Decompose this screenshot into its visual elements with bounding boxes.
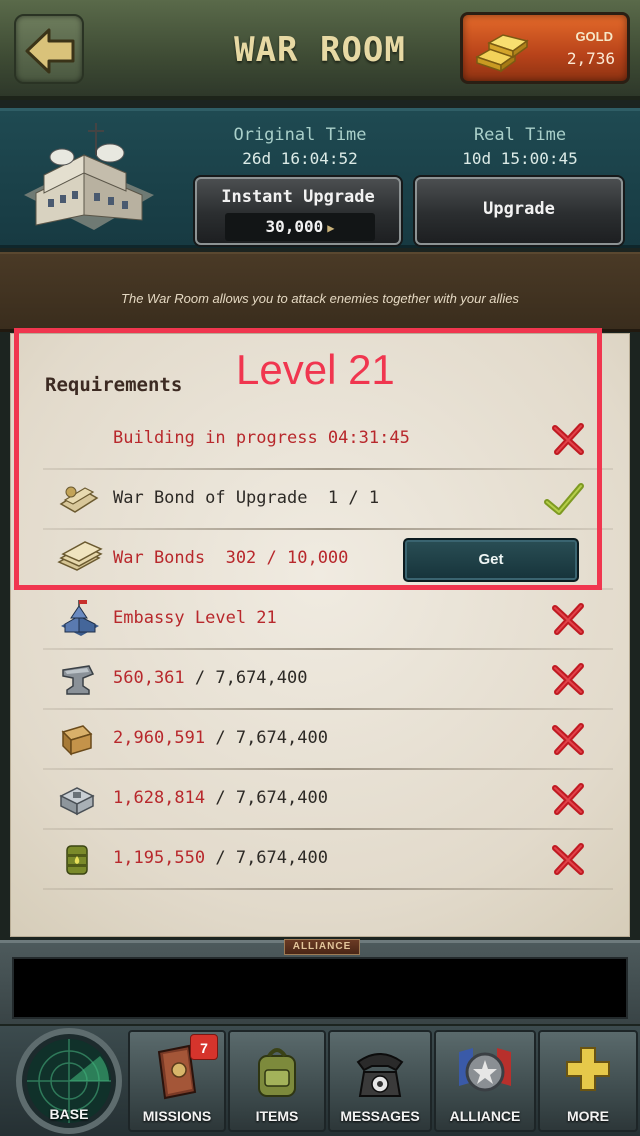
- resource-need: / 7,674,400: [205, 848, 328, 868]
- wood-planks-icon: [61, 725, 93, 756]
- alliance-chat-area[interactable]: [12, 957, 628, 1019]
- gold-balance-button[interactable]: GOLD 2,736: [460, 12, 630, 84]
- upgrade-label: Upgrade: [483, 199, 555, 219]
- requirement-row-war-bonds: War Bonds 302 / 10,000 Get: [43, 530, 613, 590]
- alliance-emblem-icon: [459, 1048, 511, 1092]
- resource-need: / 7,674,400: [184, 668, 308, 688]
- gold-mini-icon: ▶: [327, 221, 335, 235]
- x-mark-icon: [552, 423, 584, 455]
- checkmark-icon: [544, 483, 584, 515]
- war-bonds-stack-icon: [57, 541, 103, 571]
- requirement-text: 2,960,591 / 7,674,400: [113, 728, 328, 748]
- x-mark-icon: [552, 783, 584, 815]
- requirement-row-war-bond-of-upgrade: War Bond of Upgrade 1 / 1: [43, 470, 613, 530]
- war-room-building-icon: [24, 123, 154, 230]
- requirement-text: Building in progress 04:31:45: [113, 428, 410, 448]
- nav-base[interactable]: BASE: [10, 1026, 128, 1136]
- alliance-chat-bar[interactable]: ALLIANCE: [0, 939, 640, 1024]
- annotation-label: Level 21: [236, 346, 395, 393]
- nav-missions-label: MISSIONS: [142, 1108, 212, 1124]
- building-description: The War Room allows you to attack enemie…: [121, 291, 519, 306]
- original-time-label: Original Time: [233, 125, 367, 145]
- back-arrow-icon: [25, 28, 75, 74]
- plus-icon: [566, 1047, 610, 1091]
- missions-badge: 7: [190, 1034, 218, 1060]
- page-title: WAR ROOM: [234, 30, 406, 70]
- requirements-panel: Requirements Building in progress 04:31:…: [10, 333, 630, 937]
- nav-base-label: BASE: [49, 1106, 89, 1122]
- war-bond-scroll-icon: [59, 486, 99, 513]
- requirements-title: Requirements: [45, 374, 183, 396]
- nav-messages[interactable]: MESSAGES: [328, 1030, 432, 1132]
- requirement-text: War Bond of Upgrade 1 / 1: [113, 488, 380, 508]
- nav-items[interactable]: ITEMS: [228, 1030, 326, 1132]
- resource-have: 1,628,814: [113, 788, 206, 808]
- real-time-label: Real Time: [473, 125, 567, 145]
- requirement-row-resource-iron: 560,361 / 7,674,400: [43, 650, 613, 710]
- gold-bars-icon: [475, 34, 529, 73]
- instant-upgrade-cost-value: 30,000: [265, 217, 324, 236]
- nav-messages-label: MESSAGES: [340, 1108, 420, 1124]
- bottom-navigation: BASE 7 MISSIONS ITEMS MESSAGES ALLIANCE …: [0, 1026, 640, 1136]
- real-time-value: 10d 15:00:45: [462, 149, 578, 168]
- real-time: Real Time 10d 15:00:45: [415, 125, 625, 168]
- resource-need: / 7,674,400: [205, 788, 328, 808]
- requirement-row-resource-wood: 2,960,591 / 7,674,400: [43, 710, 613, 770]
- requirement-row-resource-oil: 1,195,550 / 7,674,400: [43, 830, 613, 890]
- nav-items-label: ITEMS: [255, 1108, 299, 1124]
- resource-have: 1,195,550: [113, 848, 206, 868]
- resource-need: / 7,674,400: [205, 728, 328, 748]
- instant-upgrade-cost: 30,000 ▶: [225, 213, 375, 241]
- backpack-icon: [258, 1048, 296, 1097]
- oil-barrel-icon: [66, 845, 88, 875]
- requirement-text: 560,361 / 7,674,400: [113, 668, 307, 688]
- steel-beams-icon: [59, 787, 95, 816]
- nav-more-label: MORE: [567, 1108, 609, 1124]
- requirement-row-building-in-progress: Building in progress 04:31:45: [43, 410, 613, 470]
- x-mark-icon: [552, 843, 584, 875]
- requirement-text: 1,628,814 / 7,674,400: [113, 788, 328, 808]
- iron-anvil-icon: [62, 665, 95, 695]
- alliance-chat-tab[interactable]: ALLIANCE: [284, 939, 360, 955]
- requirement-text: Embassy Level 21: [113, 608, 277, 628]
- gold-amount: 2,736: [566, 49, 615, 68]
- embassy-building-icon: [61, 600, 99, 636]
- get-war-bonds-button[interactable]: Get: [403, 538, 579, 582]
- resource-have: 560,361: [113, 668, 185, 688]
- building-upgrade-panel: Original Time 26d 16:04:52 Real Time 10d…: [0, 108, 640, 248]
- nav-alliance[interactable]: ALLIANCE: [434, 1030, 536, 1132]
- requirement-text: War Bonds 302 / 10,000: [113, 548, 349, 568]
- requirement-row-embassy: Embassy Level 21: [43, 590, 613, 650]
- upgrade-button[interactable]: Upgrade: [415, 177, 623, 245]
- instant-upgrade-button[interactable]: Instant Upgrade 30,000 ▶: [195, 177, 401, 245]
- building-description-bar: The War Room allows you to attack enemie…: [0, 252, 640, 332]
- requirement-text: 1,195,550 / 7,674,400: [113, 848, 328, 868]
- original-time: Original Time 26d 16:04:52: [195, 125, 405, 168]
- requirement-row-resource-steel: 1,628,814 / 7,674,400: [43, 770, 613, 830]
- x-mark-icon: [552, 663, 584, 695]
- instant-upgrade-label: Instant Upgrade: [221, 187, 375, 207]
- x-mark-icon: [552, 603, 584, 635]
- nav-missions[interactable]: 7 MISSIONS: [128, 1030, 226, 1132]
- nav-alliance-label: ALLIANCE: [449, 1108, 521, 1124]
- x-mark-icon: [552, 723, 584, 755]
- gold-label: GOLD: [575, 29, 613, 44]
- telephone-icon: [356, 1053, 404, 1097]
- resource-have: 2,960,591: [113, 728, 206, 748]
- row-divider: [43, 888, 613, 890]
- back-button[interactable]: [14, 14, 84, 84]
- original-time-value: 26d 16:04:52: [242, 149, 358, 168]
- nav-more[interactable]: MORE: [538, 1030, 638, 1132]
- top-bar: WAR ROOM GOLD 2,736: [0, 0, 640, 100]
